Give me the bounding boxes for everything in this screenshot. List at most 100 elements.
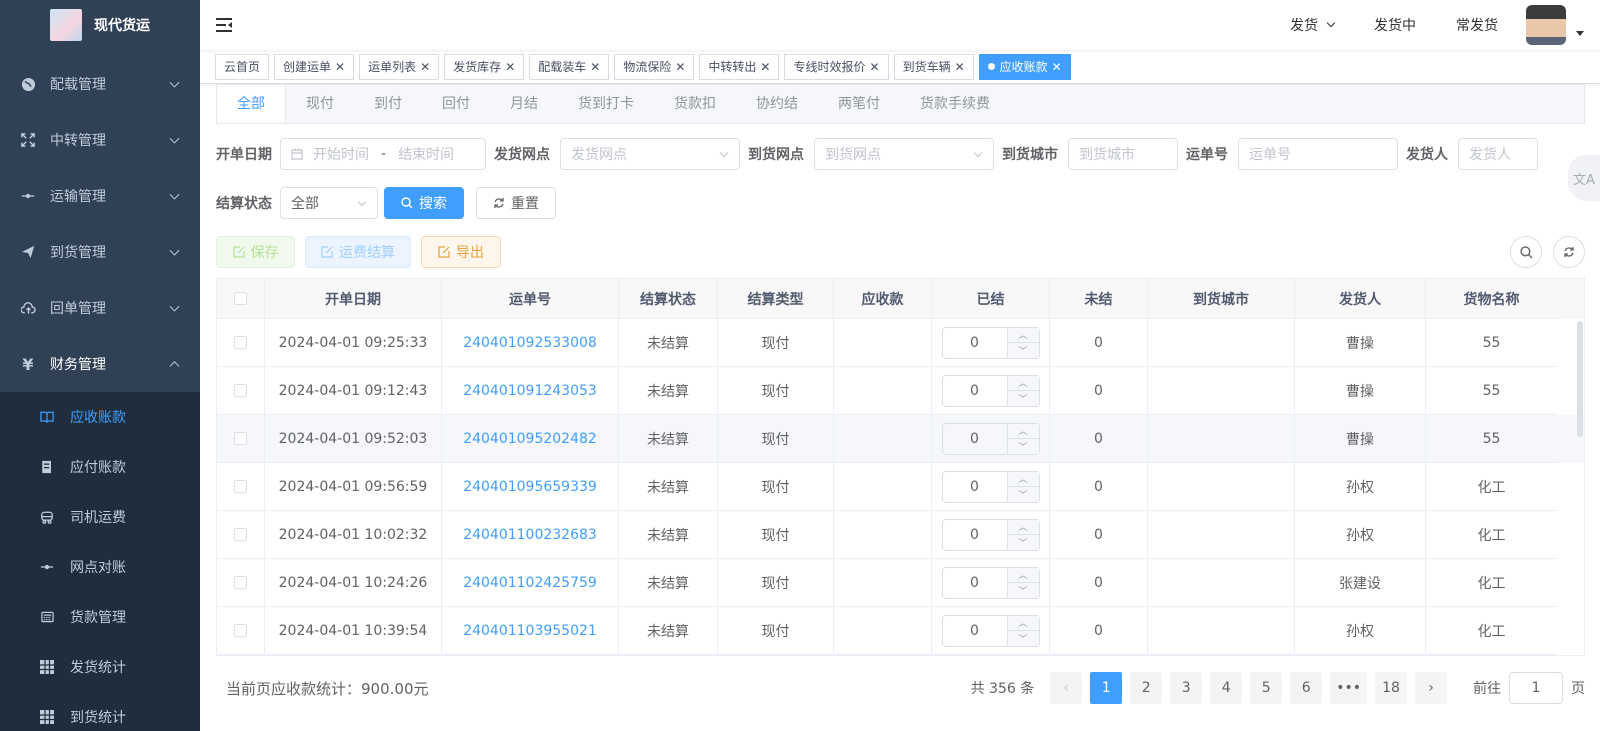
table-row[interactable]: 2024-04-01 09:52:03 240401095202482 未结算 现付 0… <box>217 415 1584 463</box>
prev-page-button[interactable]: ‹ <box>1050 672 1083 704</box>
cell-waybill-link[interactable]: 240401095659339 <box>442 463 619 511</box>
tag-insurance[interactable]: 物流保险 ✕ <box>614 53 695 80</box>
row-checkbox[interactable] <box>234 384 247 397</box>
page-number[interactable]: 1 <box>1090 672 1123 704</box>
column-header[interactable]: 已结 <box>932 279 1050 319</box>
decrease-icon[interactable]: ﹀ <box>1008 631 1039 646</box>
tab-agreement[interactable]: 协约结 <box>736 85 818 123</box>
tab-card-on-delivery[interactable]: 货到打卡 <box>558 85 654 123</box>
paid-number-input[interactable]: 0 ︿ ﹀ <box>941 566 1040 599</box>
sidebar-item-receivables[interactable]: 应收账款 <box>0 392 200 442</box>
close-icon[interactable]: ✕ <box>505 55 515 79</box>
select-all-checkbox[interactable] <box>234 292 247 305</box>
sidebar-item-arrival-stats[interactable]: 到货统计 <box>0 692 200 731</box>
table-row[interactable]: 2024-04-01 09:56:59 240401095659339 未结算 现付 0… <box>217 463 1584 511</box>
column-header[interactable]: 结算状态 <box>619 279 718 319</box>
table-row[interactable]: 2024-04-01 10:24:26 240401102425759 未结算 现付 0… <box>217 559 1584 607</box>
freight-settle-button[interactable]: 运费结算 <box>305 236 411 268</box>
tag-receivables[interactable]: 应收账款 ✕ <box>978 53 1071 80</box>
tab-monthly[interactable]: 月结 <box>490 85 558 123</box>
increase-icon[interactable]: ︿ <box>1007 616 1039 631</box>
close-icon[interactable]: ✕ <box>955 55 965 79</box>
close-icon[interactable]: ✕ <box>675 55 685 79</box>
close-icon[interactable]: ✕ <box>335 55 345 79</box>
tab-payment-fee[interactable]: 货款手续费 <box>900 85 1010 123</box>
avatar[interactable] <box>1526 5 1566 45</box>
row-checkbox[interactable] <box>234 432 247 445</box>
goto-page-input[interactable]: 1 <box>1509 672 1563 704</box>
cell-waybill-link[interactable]: 240401091243053 <box>442 367 619 415</box>
table-row[interactable]: 2024-04-01 10:39:54 240401103955021 未结算 现付 0… <box>217 607 1584 655</box>
paid-number-input[interactable]: 0 ︿ ﹀ <box>941 326 1040 359</box>
close-icon[interactable]: ✕ <box>760 55 770 79</box>
sidebar-item-transport[interactable]: 运输管理 <box>0 168 200 224</box>
decrease-icon[interactable]: ﹀ <box>1008 535 1039 550</box>
hamburger-icon[interactable] <box>216 18 232 32</box>
date-range-picker[interactable]: 开始时间 - 结束时间 <box>280 138 486 170</box>
close-icon[interactable]: ✕ <box>1052 55 1062 79</box>
column-header[interactable]: 应收款 <box>834 279 932 319</box>
sidebar-item-finance[interactable]: ¥ 财务管理 <box>0 336 200 392</box>
column-header[interactable]: 开单日期 <box>265 279 442 319</box>
tag-ship-stock[interactable]: 发货库存 ✕ <box>444 53 525 80</box>
paid-number-input[interactable]: 0 ︿ ﹀ <box>941 374 1040 407</box>
page-number[interactable]: 3 <box>1170 672 1203 704</box>
sidebar-item-receipt[interactable]: 回单管理 <box>0 280 200 336</box>
increase-icon[interactable]: ︿ <box>1007 472 1039 487</box>
column-header[interactable]: 货物名称 <box>1426 279 1557 319</box>
settle-status-select[interactable]: 全部 <box>280 187 378 219</box>
paid-number-input[interactable]: 0 ︿ ﹀ <box>941 518 1040 551</box>
tag-cloud-home[interactable]: 云首页 <box>215 53 270 80</box>
close-icon[interactable]: ✕ <box>590 55 600 79</box>
cell-waybill-link[interactable]: 240401095202482 <box>442 415 619 463</box>
tag-waybill-list[interactable]: 运单列表 ✕ <box>359 53 440 80</box>
decrease-icon[interactable]: ﹀ <box>1008 583 1039 598</box>
column-header[interactable]: 到货城市 <box>1148 279 1295 319</box>
close-icon[interactable]: ✕ <box>420 55 430 79</box>
row-checkbox[interactable] <box>234 624 247 637</box>
page-number[interactable]: 2 <box>1130 672 1163 704</box>
increase-icon[interactable]: ︿ <box>1007 424 1039 439</box>
arrive-city-input[interactable]: 到货城市 <box>1068 138 1178 170</box>
cell-waybill-link[interactable]: 240401103955021 <box>442 607 619 655</box>
table-scrollbar[interactable] <box>1577 321 1583 437</box>
paid-number-input[interactable]: 0 ︿ ﹀ <box>941 422 1040 455</box>
sidebar-item-arrival[interactable]: 到货管理 <box>0 224 200 280</box>
waybill-input[interactable]: 运单号 <box>1238 138 1398 170</box>
column-header[interactable]: 未结 <box>1050 279 1148 319</box>
decrease-icon[interactable]: ﹀ <box>1008 391 1039 406</box>
toggle-search-button[interactable] <box>1510 236 1542 268</box>
more-pages-button[interactable]: ••• <box>1330 672 1367 704</box>
tab-return-pay[interactable]: 回付 <box>422 85 490 123</box>
sidebar-item-branch-reconcile[interactable]: 网点对账 <box>0 542 200 592</box>
table-row[interactable]: 2024-04-01 09:25:33 240401092533008 未结算 现付 0… <box>217 319 1584 367</box>
page-number[interactable]: 5 <box>1250 672 1283 704</box>
decrease-icon[interactable]: ﹀ <box>1008 439 1039 454</box>
arrive-point-select[interactable]: 到货网点 <box>814 138 994 170</box>
sidebar-item-stowage[interactable]: 配载管理 <box>0 56 200 112</box>
caret-down-icon[interactable] <box>1576 30 1584 36</box>
shipper-input[interactable]: 发货人 <box>1458 138 1538 170</box>
cell-waybill-link[interactable]: 240401102425759 <box>442 559 619 607</box>
tab-cod[interactable]: 到付 <box>354 85 422 123</box>
save-button[interactable]: 保存 <box>216 236 295 268</box>
column-header[interactable]: 结算类型 <box>718 279 834 319</box>
column-header[interactable]: 运单号 <box>442 279 619 319</box>
sidebar-item-driver-freight[interactable]: 司机运费 <box>0 492 200 542</box>
tag-arrival-vehicles[interactable]: 到货车辆 ✕ <box>893 53 974 80</box>
tag-create-waybill[interactable]: 创建运单 ✕ <box>274 53 355 80</box>
translate-icon[interactable]: 文A <box>1568 155 1600 201</box>
paid-number-input[interactable]: 0 ︿ ﹀ <box>941 614 1040 647</box>
nav-shipping-link[interactable]: 发货中 <box>1374 15 1416 35</box>
increase-icon[interactable]: ︿ <box>1007 376 1039 391</box>
increase-icon[interactable]: ︿ <box>1007 328 1039 343</box>
increase-icon[interactable]: ︿ <box>1007 568 1039 583</box>
tab-payment-deduct[interactable]: 货款扣 <box>654 85 736 123</box>
tag-line-quote[interactable]: 专线时效报价 ✕ <box>784 53 889 80</box>
app-logo[interactable]: 现代货运 <box>0 0 200 50</box>
sidebar-item-payment-mgmt[interactable]: 货款管理 <box>0 592 200 642</box>
ship-point-select[interactable]: 发货网点 <box>560 138 740 170</box>
nav-frequent-link[interactable]: 常发货 <box>1456 15 1498 35</box>
tag-stowage-load[interactable]: 配载装车 ✕ <box>529 53 610 80</box>
tab-all[interactable]: 全部 <box>217 85 286 123</box>
